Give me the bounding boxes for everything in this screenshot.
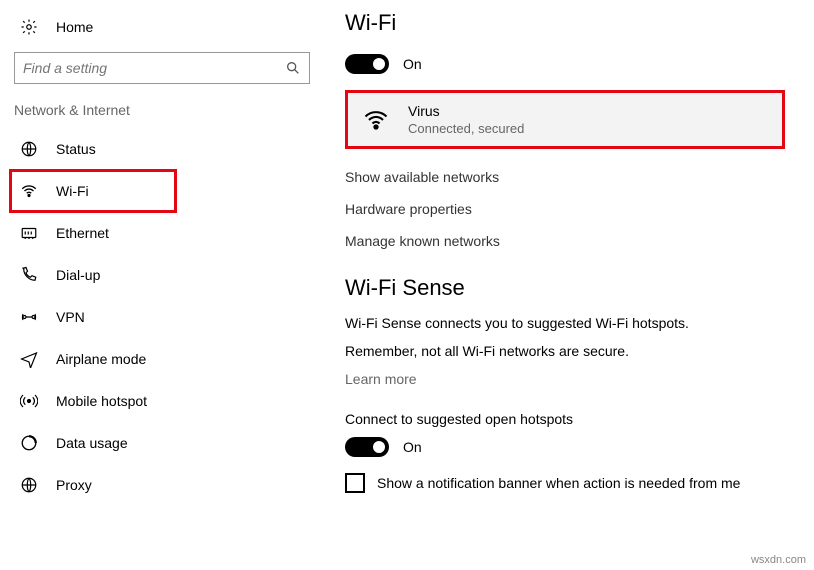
connect-open-toggle-label: On	[403, 439, 422, 455]
wifi-sense-warning: Remember, not all Wi-Fi networks are sec…	[345, 343, 794, 359]
sidebar-item-label: Data usage	[56, 435, 128, 451]
network-name: Virus	[408, 103, 524, 119]
wifi-toggle-row: On	[345, 54, 794, 74]
wifi-icon	[20, 182, 38, 200]
search-input-container[interactable]	[14, 52, 310, 84]
airplane-icon	[20, 350, 38, 368]
search-icon	[285, 60, 301, 76]
ethernet-icon	[20, 224, 38, 242]
sidebar: Home Network & Internet Status	[0, 0, 315, 570]
sidebar-item-airplane[interactable]: Airplane mode	[10, 338, 315, 380]
watermark: wsxdn.com	[751, 554, 806, 566]
network-status: Connected, secured	[408, 121, 524, 136]
sidebar-item-label: Wi-Fi	[56, 183, 89, 199]
sidebar-item-label: Airplane mode	[56, 351, 146, 367]
wifi-toggle-label: On	[403, 56, 422, 72]
proxy-icon	[20, 476, 38, 494]
hotspot-icon	[20, 392, 38, 410]
sidebar-item-hotspot[interactable]: Mobile hotspot	[10, 380, 315, 422]
home-label: Home	[56, 19, 93, 35]
data-usage-icon	[20, 434, 38, 452]
category-header: Network & Internet	[10, 98, 315, 128]
connect-open-toggle-row: On	[345, 437, 794, 457]
manage-known-networks-link[interactable]: Manage known networks	[345, 225, 794, 257]
vpn-icon	[20, 308, 38, 326]
learn-more-link[interactable]: Learn more	[345, 371, 417, 387]
sidebar-item-wifi[interactable]: Wi-Fi	[10, 170, 176, 212]
page-title: Wi-Fi	[345, 10, 794, 36]
connect-open-toggle[interactable]	[345, 437, 389, 457]
nav-list: Status Wi-Fi Ethernet Dial-up	[10, 128, 315, 506]
wifi-sense-desc: Wi-Fi Sense connects you to suggested Wi…	[345, 315, 794, 331]
sidebar-item-ethernet[interactable]: Ethernet	[10, 212, 315, 254]
wifi-sense-title: Wi-Fi Sense	[345, 275, 794, 301]
hardware-properties-link[interactable]: Hardware properties	[345, 193, 794, 225]
home-nav[interactable]: Home	[10, 10, 315, 44]
globe-icon	[20, 140, 38, 158]
phone-icon	[20, 266, 38, 284]
search-input[interactable]	[23, 60, 285, 76]
sidebar-item-label: Dial-up	[56, 267, 100, 283]
sidebar-item-datausage[interactable]: Data usage	[10, 422, 315, 464]
sidebar-item-label: Status	[56, 141, 96, 157]
notification-checkbox-row: Show a notification banner when action i…	[345, 473, 794, 493]
sidebar-item-status[interactable]: Status	[10, 128, 315, 170]
content-pane: Wi-Fi On Virus Connected, secured Show a…	[315, 0, 814, 570]
sidebar-item-dialup[interactable]: Dial-up	[10, 254, 315, 296]
notification-checkbox-label: Show a notification banner when action i…	[377, 475, 740, 491]
sidebar-item-label: Proxy	[56, 477, 92, 493]
sidebar-item-proxy[interactable]: Proxy	[10, 464, 315, 506]
sidebar-item-label: Ethernet	[56, 225, 109, 241]
sidebar-item-label: VPN	[56, 309, 85, 325]
wifi-signal-icon	[362, 106, 390, 134]
sidebar-item-vpn[interactable]: VPN	[10, 296, 315, 338]
show-available-networks-link[interactable]: Show available networks	[345, 161, 794, 193]
wifi-toggle[interactable]	[345, 54, 389, 74]
connect-open-hotspots-label: Connect to suggested open hotspots	[345, 411, 794, 427]
gear-icon	[20, 18, 38, 36]
notification-checkbox[interactable]	[345, 473, 365, 493]
current-network-card[interactable]: Virus Connected, secured	[345, 90, 785, 149]
sidebar-item-label: Mobile hotspot	[56, 393, 147, 409]
